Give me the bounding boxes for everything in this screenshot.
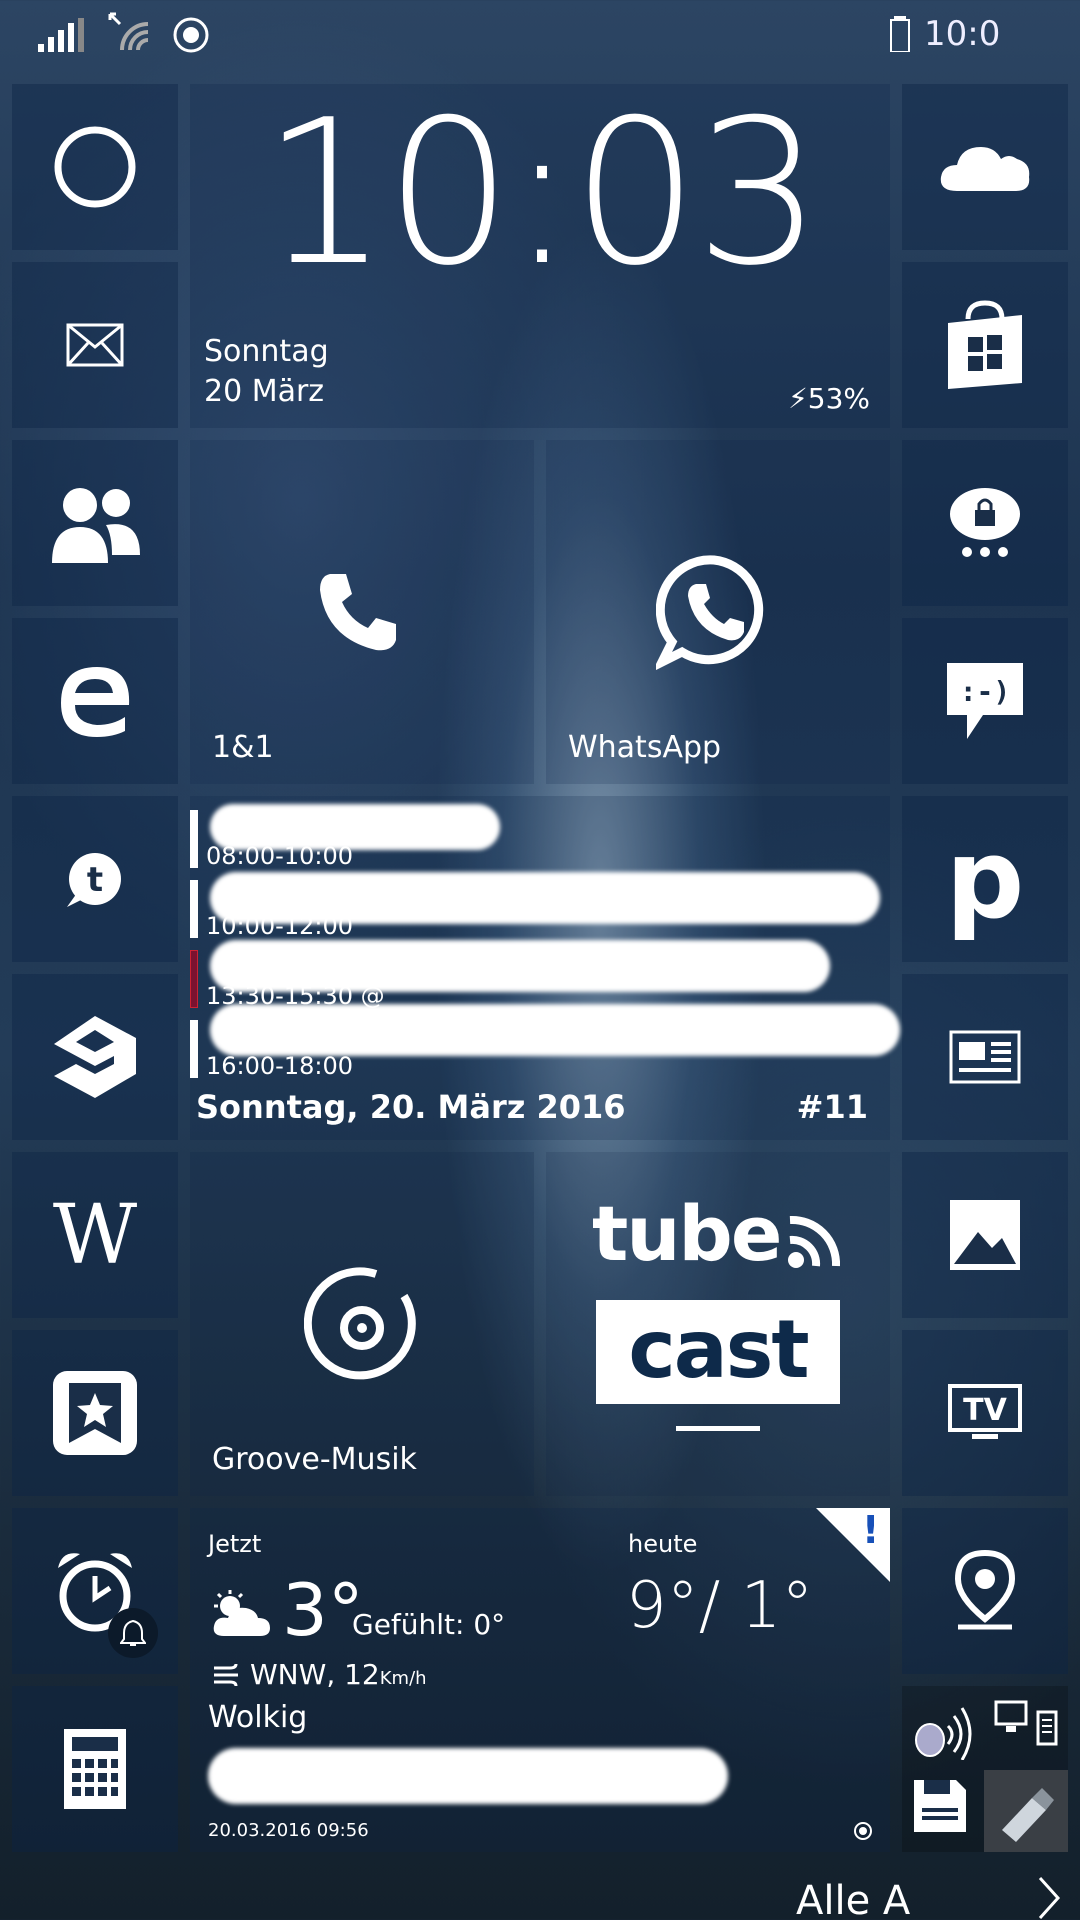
all-apps-link[interactable]: Alle A [796, 1878, 910, 1920]
9gag-tile[interactable] [12, 974, 178, 1140]
photos-icon [950, 1200, 1020, 1270]
photos-tile[interactable] [902, 1152, 1068, 1318]
screen-project-icon[interactable] [994, 1700, 1064, 1750]
quick-tiles-group [902, 1686, 1068, 1852]
groove-label: Groove-Musik [212, 1442, 417, 1477]
whatsapp-icon [656, 555, 764, 670]
redaction-mark [210, 940, 830, 992]
9gag-icon [54, 1016, 136, 1098]
mail-tile[interactable] [12, 262, 178, 428]
wifi-icon [108, 12, 149, 51]
onedrive-tile[interactable] [902, 84, 1068, 250]
tubecast-underline [676, 1426, 760, 1431]
store-icon [948, 300, 1022, 389]
tumblr-icon: t [67, 853, 121, 907]
calendar-footer-date: Sonntag, 20. März 2016 [196, 1088, 626, 1126]
clock-date: 20 März [204, 374, 325, 409]
save-disk-icon[interactable] [912, 1778, 968, 1834]
redaction-mark [210, 872, 880, 924]
wikipedia-icon: W [52, 1187, 138, 1283]
svg-text::-): :-) [960, 675, 1011, 708]
status-bar: 10:0 [0, 0, 1080, 70]
redaction-mark [210, 1004, 900, 1056]
redaction-mark [210, 804, 500, 850]
weather-today-range: 9°/ 1° [626, 1569, 814, 1643]
calendar-tile[interactable]: 08:00-10:00 10:00-12:00 13:30-15:30 @ 16… [190, 796, 900, 1140]
clock-weekday: Sonntag [204, 334, 329, 369]
phone-tile[interactable]: 1&1 [190, 440, 534, 784]
tubecast-logo-bottom: cast [596, 1300, 840, 1404]
partly-cloudy-icon [213, 1590, 270, 1636]
weather-felt-temp: Gefühlt: 0° [352, 1608, 506, 1641]
alarm-bell-badge [108, 1608, 158, 1658]
battery-icon [890, 16, 910, 52]
tubecast-tile[interactable]: tube cast [546, 1152, 890, 1496]
news-tile[interactable] [902, 974, 1068, 1140]
bookmark-star-icon [53, 1371, 137, 1455]
cortana-tile[interactable] [12, 84, 178, 250]
weather-updated: 20.03.2016 09:56 [208, 1820, 369, 1841]
clock-time: 10:03 [261, 77, 822, 310]
screen-capture-thumb[interactable] [984, 1770, 1068, 1852]
p-app-icon: p [945, 815, 1025, 943]
weather-now-label: Jetzt [208, 1530, 262, 1558]
weather-tile[interactable]: Jetzt 3° Gefühlt: 0° WNW, 12Km/h Wolkig … [190, 1508, 890, 1852]
alarm-tile[interactable] [12, 1508, 178, 1674]
cortana-icon [54, 126, 136, 208]
signal-bars-icon [38, 18, 84, 52]
phone-label: 1&1 [212, 730, 274, 765]
tv-tile[interactable]: TV [902, 1330, 1068, 1496]
messaging-icon: :-) [947, 663, 1023, 739]
battery-percent: ⚡53% [788, 382, 870, 415]
whatsapp-label: WhatsApp [568, 730, 722, 765]
messaging-tile[interactable]: :-) [902, 618, 1068, 784]
weather-wind: WNW, 12Km/h [250, 1658, 427, 1691]
calculator-tile[interactable] [12, 1686, 178, 1852]
groove-music-tile[interactable]: Groove-Musik [190, 1152, 534, 1496]
bell-icon [120, 1619, 146, 1646]
location-icon [173, 17, 209, 53]
svg-text:t: t [87, 860, 103, 900]
wikipedia-tile[interactable]: W [12, 1152, 178, 1318]
people-tile[interactable] [12, 440, 178, 606]
mail-icon [66, 323, 124, 367]
bottom-bar: Alle A [0, 1870, 1080, 1920]
weather-alert-icon: ! [862, 1508, 880, 1552]
sound-devices-icon[interactable] [908, 1690, 988, 1760]
store-tile[interactable] [902, 262, 1068, 428]
chat-lock-tile[interactable] [902, 440, 1068, 606]
people-icon [52, 488, 140, 563]
snip-icon [1002, 1788, 1054, 1842]
chat-lock-icon [950, 488, 1020, 557]
weather-today-label: heute [628, 1530, 698, 1558]
wind-unit: Km/h [379, 1668, 427, 1689]
onedrive-icon [940, 147, 1030, 191]
groove-disc-icon [304, 1267, 416, 1380]
tubecast-logo-top: tube [592, 1189, 782, 1278]
svg-text:TV: TV [963, 1393, 1007, 1428]
chevron-right-icon[interactable] [1036, 1874, 1064, 1920]
calendar-week-number: #11 [796, 1088, 868, 1126]
calculator-icon [64, 1729, 126, 1809]
edge-icon [61, 667, 130, 737]
phone-icon [320, 574, 396, 651]
cast-waves-icon [788, 1215, 841, 1268]
status-clock: 10:0 [924, 14, 1001, 54]
weather-condition: Wolkig [208, 1700, 308, 1735]
whatsapp-tile[interactable]: WhatsApp [546, 440, 890, 784]
redaction-mark [208, 1748, 728, 1804]
bookmark-tile[interactable] [12, 1330, 178, 1496]
maps-tile[interactable] [902, 1508, 1068, 1674]
wind-icon [214, 1663, 238, 1687]
tv-icon: TV [948, 1384, 1022, 1439]
location-dot-icon [854, 1822, 872, 1840]
news-icon [949, 1030, 1021, 1084]
p-app-tile[interactable]: p [902, 796, 1068, 962]
edge-tile[interactable] [12, 618, 178, 784]
clock-tile[interactable]: 10:03 Sonntag 20 März ⚡53% [190, 84, 890, 428]
tumblr-tile[interactable]: t [12, 796, 178, 962]
maps-pin-icon [954, 1549, 1016, 1630]
